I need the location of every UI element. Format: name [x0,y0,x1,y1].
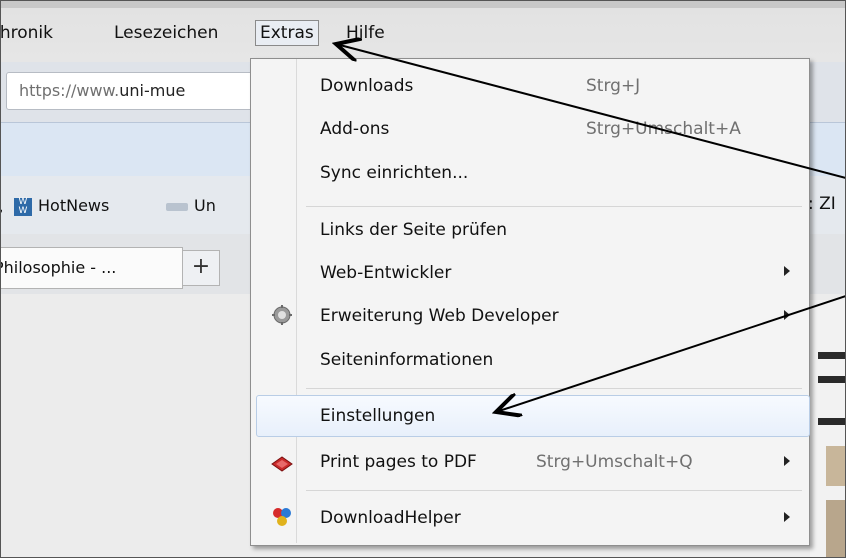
menu-item-downloadhelper[interactable]: DownloadHelper [320,508,461,528]
menu-item-einstellungen[interactable]: Einstellungen [320,406,435,426]
bookmark-un[interactable]: Un [160,196,216,215]
content-image [826,446,846,486]
menu-item-web-developer[interactable]: Erweiterung Web Developer [320,306,559,326]
new-tab-button[interactable]: + [182,250,220,286]
folder-icon [166,202,188,211]
menu-item-sync[interactable]: Sync einrichten... [320,163,468,183]
ww-icon: WW [14,197,32,216]
menu-extras[interactable]: Extras [255,20,319,46]
url-prefix: https://www. [19,81,120,100]
menu-icon-gutter [296,59,297,543]
url-domain: uni-mue [119,81,186,100]
window-top-strip [0,0,846,8]
submenu-arrow-icon [784,266,790,276]
menu-item-print-pdf[interactable]: Print pages to PDF [320,452,477,472]
tab-philosophie[interactable]: Philosophie - ... [0,247,183,289]
shortcut-addons: Strg+Umschalt+A [586,119,741,139]
content-bar [818,376,846,383]
menu-separator [306,206,802,207]
content-bar [818,352,846,359]
bookmark-un-label: Un [194,196,216,215]
content-bar [818,418,846,425]
menu-item-links-pruefen[interactable]: Links der Seite prüfen [320,220,507,240]
menu-separator [306,388,802,389]
menu-hilfe[interactable]: Hilfe [342,22,389,44]
content-image [826,500,846,558]
submenu-arrow-icon [784,310,790,320]
gear-icon [272,305,292,329]
bookmark-right-partial[interactable]: : ZI [808,194,836,214]
menu-lesezeichen[interactable]: Lesezeichen [110,22,222,44]
menu-item-seiteninformationen[interactable]: Seiteninformationen [320,350,493,370]
shortcut-downloads: Strg+J [586,76,641,96]
menu-item-addons[interactable]: Add-ons [320,119,389,139]
menu-item-downloads[interactable]: Downloads [320,76,413,96]
shortcut-print-pdf: Strg+Umschalt+Q [536,452,693,472]
bookmark-hotnews-label: HotNews [38,196,110,215]
menu-separator [306,490,802,491]
bookmark-separator: , [0,196,4,217]
menu-chronik[interactable]: Chronik [0,22,57,44]
pdf-icon [270,455,294,477]
submenu-arrow-icon [784,456,790,466]
submenu-arrow-icon [784,512,790,522]
downloadhelper-icon [271,506,293,532]
bookmark-hotnews[interactable]: W W HotNews [14,196,109,216]
menu-item-web-entwickler[interactable]: Web-Entwickler [320,263,451,283]
tab-philosophie-label: Philosophie - ... [0,258,117,277]
